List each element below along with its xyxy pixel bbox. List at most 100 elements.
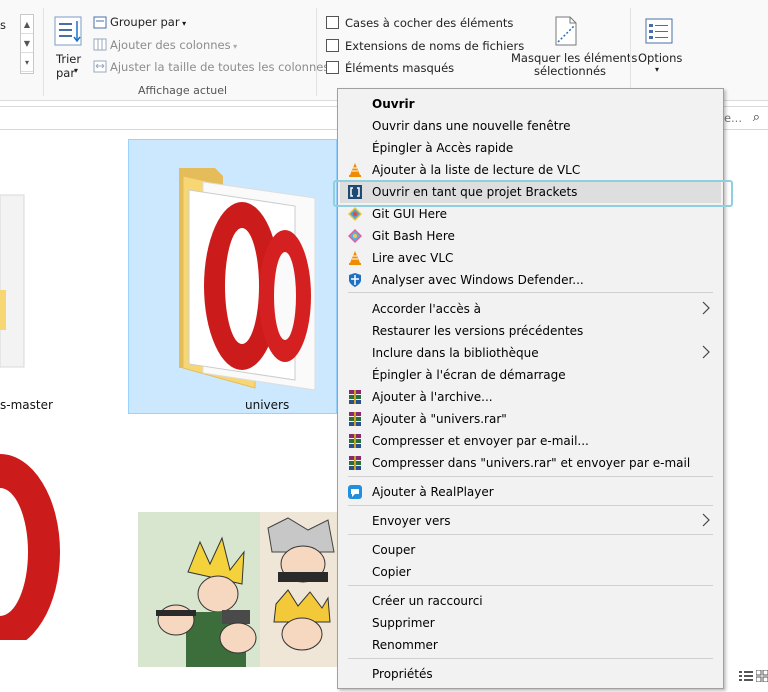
menu-item-windows-defender[interactable]: Analyser avec Windows Defender... (340, 269, 721, 291)
hidden-items-checkbox[interactable] (326, 61, 339, 74)
options-button[interactable]: Options ▾ (636, 14, 682, 82)
chevron-right-icon (702, 513, 710, 527)
highlight-annotation-ring (333, 180, 733, 207)
chevron-down-icon: ▾ (230, 42, 238, 51)
add-columns-icon (93, 38, 107, 51)
menu-item-label: Restaurer les versions précédentes (372, 324, 584, 338)
menu-item-git-bash[interactable]: Git Bash Here (340, 225, 721, 247)
git-gui-icon (348, 207, 362, 221)
details-view-icon[interactable] (739, 670, 753, 682)
hide-selected-icon (555, 16, 577, 46)
chevron-down-icon: ▾ (74, 66, 79, 75)
menu-item-label: Ajouter à RealPlayer (372, 485, 494, 499)
menu-item-copy[interactable]: Copier (340, 561, 721, 583)
fit-columns-icon (93, 60, 107, 73)
menu-separator (348, 534, 713, 535)
chevron-down-icon: ▾ (179, 19, 187, 28)
item-checkboxes-checkbox[interactable] (326, 16, 339, 29)
realplayer-icon (348, 485, 362, 499)
menu-item-label: Inclure dans la bibliothèque (372, 346, 539, 360)
menu-item-add-rar[interactable]: Ajouter à "univers.rar" (340, 408, 721, 430)
menu-item-restore-versions[interactable]: Restaurer les versions précédentes (340, 320, 721, 342)
menu-item-open-new-window[interactable]: Ouvrir dans une nouvelle fenêtre (340, 115, 721, 137)
windows-defender-icon (349, 273, 361, 287)
options-label: Options (638, 51, 683, 65)
search-icon[interactable]: ⌕ (753, 110, 760, 125)
menu-separator (348, 505, 713, 506)
menu-item-play-vlc[interactable]: Lire avec VLC (340, 247, 721, 269)
menu-separator (348, 292, 713, 293)
menu-separator (348, 476, 713, 477)
git-bash-icon (348, 229, 362, 243)
opera-logo-thumbnail[interactable] (0, 440, 62, 640)
large-icons-view-icon[interactable] (756, 670, 768, 682)
menu-item-label: Couper (372, 543, 416, 557)
menu-item-properties[interactable]: Propriétés (340, 663, 721, 685)
menu-item-label: Ouvrir dans une nouvelle fenêtre (372, 119, 571, 133)
vlc-icon (349, 163, 361, 177)
file-extensions-checkbox[interactable] (326, 39, 339, 52)
ribbon-separator (630, 8, 631, 96)
menu-item-give-access[interactable]: Accorder l'accès à (340, 298, 721, 320)
ribbon-separator (43, 8, 44, 96)
hide-selected-items-button[interactable]: Masquer les éléments sélectionnés (510, 14, 637, 82)
add-columns-label: Ajouter des colonnes (110, 38, 231, 52)
menu-item-label: Accorder l'accès à (372, 302, 481, 316)
chevron-right-icon (702, 301, 710, 315)
menu-item-label: Compresser dans "univers.rar" et envoyer… (372, 456, 691, 470)
folder-thumbnail-left[interactable] (0, 190, 26, 375)
menu-item-include-library[interactable]: Inclure dans la bibliothèque (340, 342, 721, 364)
menu-item-realplayer[interactable]: Ajouter à RealPlayer (340, 481, 721, 503)
folder-label-left: s-master (0, 398, 53, 412)
menu-item-pin-start[interactable]: Épingler à l'écran de démarrage (340, 364, 721, 386)
menu-item-add-vlc-playlist[interactable]: Ajouter à la liste de lecture de VLC (340, 159, 721, 181)
menu-item-cut[interactable]: Couper (340, 539, 721, 561)
menu-item-label: Analyser avec Windows Defender... (372, 273, 584, 287)
winrar-icon (349, 390, 361, 404)
menu-item-label: Créer un raccourci (372, 594, 483, 608)
fit-columns-button[interactable]: Ajuster la taille de toutes les colonnes (110, 60, 329, 74)
menu-item-pin-quick-access[interactable]: Épingler à Accès rapide (340, 137, 721, 159)
menu-item-open[interactable]: Ouvrir (340, 93, 721, 115)
scroll-down-icon[interactable]: ▼ (21, 34, 33, 53)
menu-item-label: Ajouter à "univers.rar" (372, 412, 507, 426)
options-icon (645, 18, 673, 44)
menu-item-send-to[interactable]: Envoyer vers (340, 510, 721, 532)
chevron-down-icon: ▾ (655, 65, 660, 74)
image-thumbnail[interactable] (138, 512, 338, 667)
menu-item-rename[interactable]: Renommer (340, 634, 721, 656)
menu-item-label: Compresser et envoyer par e-mail... (372, 434, 589, 448)
menu-item-compress-rar-email[interactable]: Compresser dans "univers.rar" et envoyer… (340, 452, 721, 474)
sort-by-label-2: par (56, 66, 76, 80)
menu-item-compress-email[interactable]: Compresser et envoyer par e-mail... (340, 430, 721, 452)
ribbon-separator (316, 8, 317, 96)
menu-item-label: Ouvrir (372, 97, 415, 111)
winrar-icon (349, 412, 361, 426)
group-by-label: Grouper par (110, 15, 180, 29)
opera-folder-icon (179, 168, 316, 391)
menu-item-label: Épingler à l'écran de démarrage (372, 368, 566, 382)
sort-by-button[interactable]: Trier par ▾ (50, 14, 86, 88)
menu-item-label: Envoyer vers (372, 514, 451, 528)
ribbon-toolbar: s ▲ ▼ ▾ Trier par ▾ Grouper par ▾ Ajoute… (0, 0, 768, 101)
scroll-more-icon[interactable]: ▾ (21, 53, 33, 72)
sort-by-icon (54, 16, 82, 46)
group-by-icon (93, 16, 107, 29)
menu-item-label: Git Bash Here (372, 229, 455, 243)
menu-item-label: Copier (372, 565, 411, 579)
menu-item-label: Épingler à Accès rapide (372, 141, 514, 155)
menu-item-delete[interactable]: Supprimer (340, 612, 721, 634)
menu-item-label: Ajouter à la liste de lecture de VLC (372, 163, 581, 177)
folder-label-univers: univers (245, 398, 290, 412)
menu-item-label: Supprimer (372, 616, 435, 630)
menu-item-create-shortcut[interactable]: Créer un raccourci (340, 590, 721, 612)
menu-separator (348, 585, 713, 586)
scroll-up-icon[interactable]: ▲ (21, 15, 33, 34)
winrar-icon (349, 434, 361, 448)
menu-separator (348, 658, 713, 659)
group-by-button[interactable]: Grouper par ▾ (110, 15, 186, 29)
file-extensions-label: Extensions de noms de fichiers (345, 39, 525, 53)
add-columns-button[interactable]: Ajouter des colonnes ▾ (110, 38, 237, 52)
layout-gallery-scroller[interactable]: ▲ ▼ ▾ (20, 14, 34, 74)
menu-item-add-archive[interactable]: Ajouter à l'archive... (340, 386, 721, 408)
